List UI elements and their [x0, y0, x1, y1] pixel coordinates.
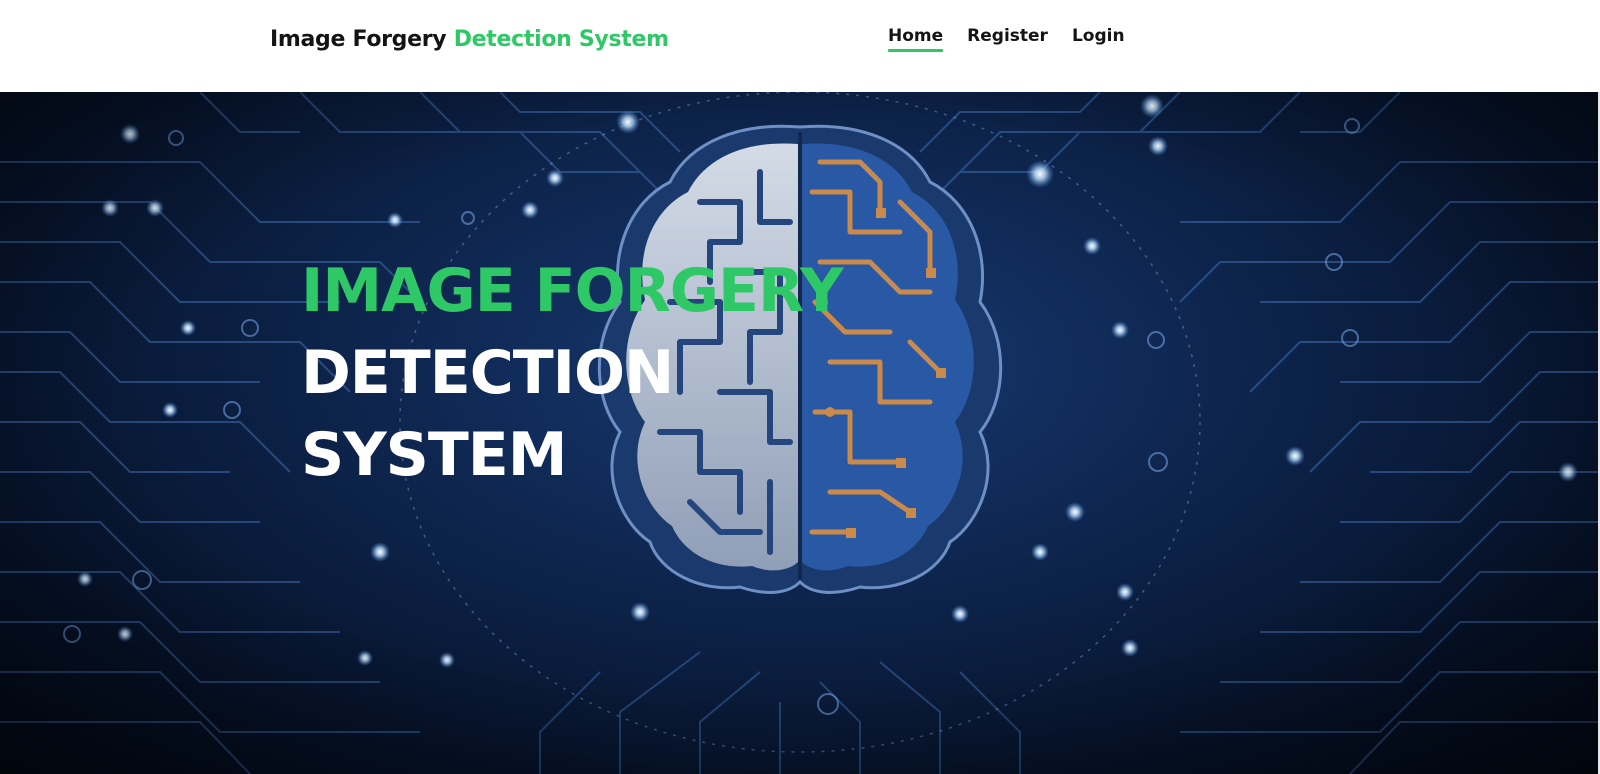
hero-heading-line-1: IMAGE FORGERY — [301, 256, 843, 326]
site-brand[interactable]: Image Forgery Detection System — [270, 27, 669, 52]
hero-heading: IMAGE FORGERY DETECTION SYSTEM — [301, 250, 843, 496]
brand-text-primary: Image Forgery — [270, 27, 447, 52]
nav-link-home[interactable]: Home — [888, 26, 944, 52]
top-navbar: Image Forgery Detection System Home Regi… — [0, 0, 1600, 92]
hero-heading-line-2: DETECTION — [301, 338, 674, 408]
nav-link-register[interactable]: Register — [967, 26, 1048, 52]
hero-heading-line-3: SYSTEM — [301, 420, 568, 490]
brand-text-accent: Detection System — [453, 27, 669, 52]
main-nav: Home Register Login — [888, 26, 1125, 52]
hero-banner: IMAGE FORGERY DETECTION SYSTEM — [0, 92, 1600, 774]
nav-link-login[interactable]: Login — [1072, 26, 1125, 52]
